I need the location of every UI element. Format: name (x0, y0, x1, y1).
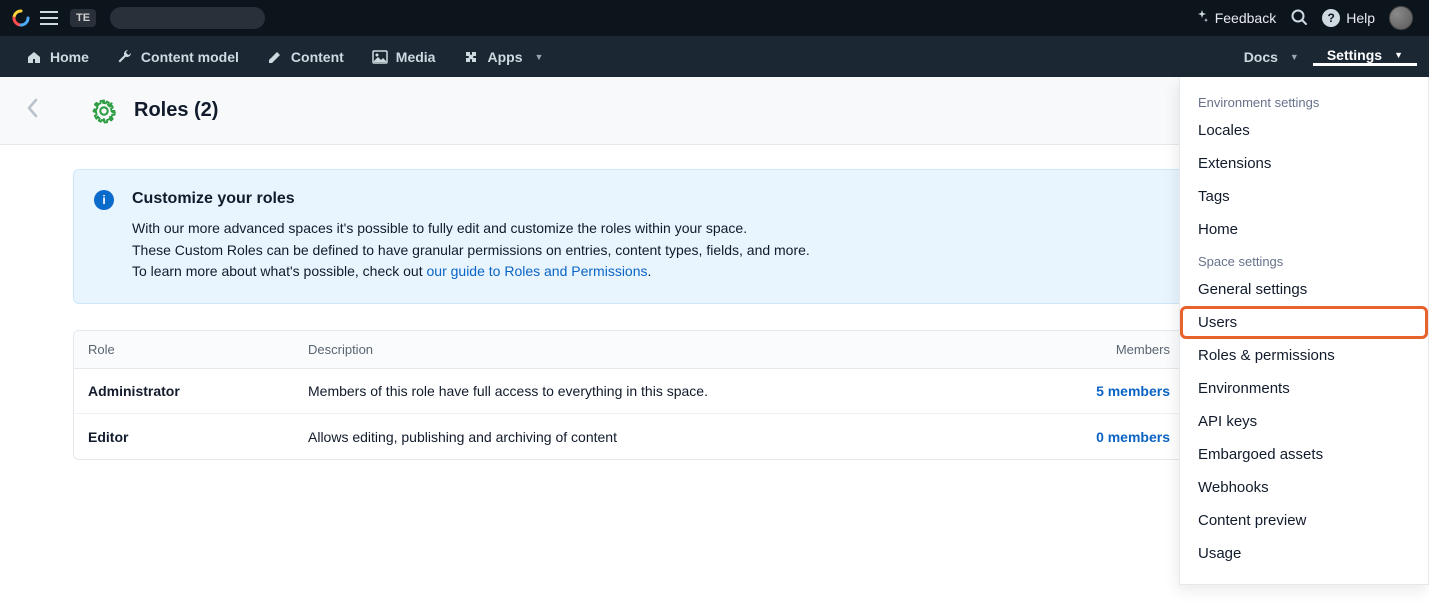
banner-body: With our more advanced spaces it's possi… (132, 218, 1162, 283)
dropdown-item-general-settings[interactable]: General settings (1180, 273, 1428, 306)
app-topbar: TE Feedback ? Help (0, 0, 1429, 36)
wrench-icon (117, 49, 133, 65)
th-description: Description (308, 342, 1020, 357)
help-label: Help (1346, 10, 1375, 26)
back-button[interactable] (24, 97, 42, 125)
dropdown-section-header: Space settings (1180, 246, 1428, 273)
dropdown-item-environments[interactable]: Environments (1180, 372, 1428, 405)
nav-settings-label: Settings (1327, 47, 1382, 63)
dropdown-item-locales[interactable]: Locales (1180, 114, 1428, 147)
chevron-down-icon: ▼ (1290, 52, 1299, 62)
dropdown-item-webhooks[interactable]: Webhooks (1180, 471, 1428, 504)
info-banner: i Customize your roles With our more adv… (73, 169, 1185, 304)
search-icon (1290, 8, 1308, 29)
nav-content[interactable]: Content (253, 36, 358, 77)
roles-table: Role Description Members Administrator M… (73, 330, 1185, 460)
role-description: Members of this role have full access to… (308, 383, 1020, 399)
dropdown-item-tags[interactable]: Tags (1180, 180, 1428, 213)
table-header: Role Description Members (74, 331, 1184, 369)
dropdown-item-usage[interactable]: Usage (1180, 537, 1428, 570)
feedback-button[interactable]: Feedback (1195, 10, 1276, 27)
dropdown-item-embargoed-assets[interactable]: Embargoed assets (1180, 438, 1428, 471)
table-row[interactable]: Editor Allows editing, publishing and ar… (74, 414, 1184, 459)
nav-home-label: Home (50, 49, 89, 65)
th-members: Members (1020, 342, 1170, 357)
dropdown-item-roles-permissions[interactable]: Roles & permissions (1180, 339, 1428, 372)
home-icon (26, 49, 42, 65)
banner-link[interactable]: our guide to Roles and Permissions (427, 263, 648, 279)
info-icon: i (94, 190, 114, 210)
help-button[interactable]: ? Help (1322, 9, 1375, 27)
brand-logo-icon[interactable] (12, 9, 30, 27)
dropdown-item-content-preview[interactable]: Content preview (1180, 504, 1428, 537)
org-badge[interactable]: TE (70, 9, 96, 27)
feedback-label: Feedback (1215, 10, 1276, 26)
role-name: Editor (88, 429, 308, 445)
settings-dropdown: Environment settings Locales Extensions … (1179, 77, 1429, 585)
nav-media[interactable]: Media (358, 36, 450, 77)
role-name: Administrator (88, 383, 308, 399)
role-members-link[interactable]: 5 members (1020, 383, 1170, 399)
banner-title: Customize your roles (132, 190, 1162, 208)
sparkle-icon (1195, 10, 1209, 27)
search-button[interactable] (1290, 8, 1308, 29)
help-icon: ? (1322, 9, 1340, 27)
page-title: Roles (2) (134, 99, 218, 122)
user-avatar[interactable] (1389, 6, 1413, 30)
nav-docs[interactable]: Docs ▼ (1230, 49, 1313, 65)
nav-apps[interactable]: Apps ▼ (449, 36, 557, 77)
banner-line1: With our more advanced spaces it's possi… (132, 220, 747, 236)
nav-settings[interactable]: Settings ▼ (1313, 47, 1417, 66)
nav-apps-label: Apps (487, 49, 522, 65)
puzzle-icon (463, 49, 479, 65)
banner-line3-suffix: . (648, 263, 652, 279)
nav-docs-label: Docs (1244, 49, 1278, 65)
role-description: Allows editing, publishing and archiving… (308, 429, 1020, 445)
dropdown-item-extensions[interactable]: Extensions (1180, 147, 1428, 180)
banner-line3-prefix: To learn more about what's possible, che… (132, 263, 427, 279)
main-navbar: Home Content model Content Media Apps ▼ … (0, 36, 1429, 77)
chevron-down-icon: ▼ (1394, 50, 1403, 60)
role-members-link[interactable]: 0 members (1020, 429, 1170, 445)
dropdown-item-api-keys[interactable]: API keys (1180, 405, 1428, 438)
gear-icon (90, 97, 118, 125)
th-role: Role (88, 342, 308, 357)
table-row[interactable]: Administrator Members of this role have … (74, 369, 1184, 414)
nav-content-label: Content (291, 49, 344, 65)
pencil-icon (267, 49, 283, 65)
dropdown-section-header: Environment settings (1180, 87, 1428, 114)
nav-content-model-label: Content model (141, 49, 239, 65)
space-selector[interactable] (110, 7, 265, 29)
nav-media-label: Media (396, 49, 436, 65)
dropdown-item-home[interactable]: Home (1180, 213, 1428, 246)
nav-content-model[interactable]: Content model (103, 36, 253, 77)
menu-icon[interactable] (40, 11, 58, 25)
image-icon (372, 49, 388, 65)
dropdown-item-users[interactable]: Users (1180, 306, 1428, 339)
banner-line2: These Custom Roles can be defined to hav… (132, 242, 810, 258)
nav-home[interactable]: Home (12, 36, 103, 77)
chevron-down-icon: ▼ (534, 52, 543, 62)
